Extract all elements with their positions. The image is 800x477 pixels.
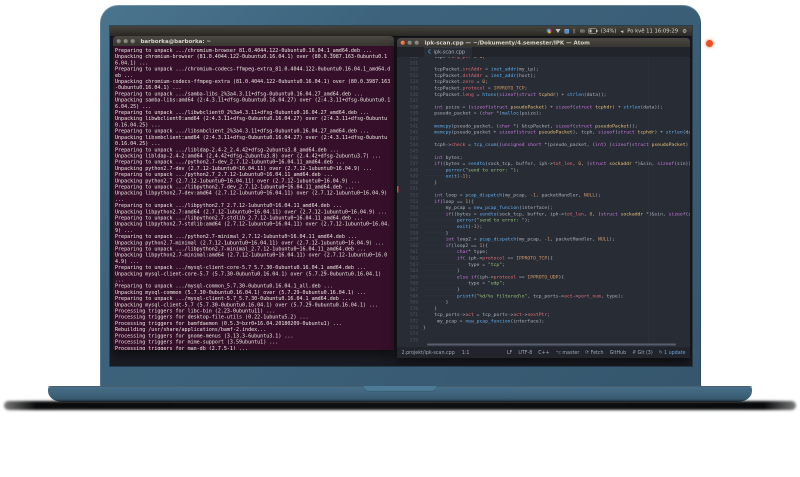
status-bar: 2.projekt/ipk-scan.cpp 1:1 LF UTF-8 C++ … bbox=[397, 347, 690, 358]
c-language-icon: C bbox=[428, 49, 432, 56]
git-diff-icon: ⇵ bbox=[632, 350, 636, 355]
battery-icon[interactable] bbox=[588, 28, 598, 34]
clock[interactable]: Po kvě 11 16:09:29 bbox=[627, 28, 678, 34]
fetch-icon: ⟳ bbox=[585, 350, 590, 355]
trackpad-notch bbox=[363, 386, 437, 392]
tab-ipk-scan[interactable]: C ipk-scan.cpp bbox=[424, 47, 473, 57]
laptop-shadow bbox=[4, 401, 796, 410]
bluetooth-icon[interactable]: ᛒ bbox=[573, 28, 576, 34]
close-icon[interactable] bbox=[400, 40, 405, 45]
atom-window: ipk-scan.cpp — ~/Dokumenty/4.semester/IP… bbox=[397, 38, 690, 358]
horizontal-scrollbar[interactable] bbox=[427, 343, 676, 346]
laptop-mockup: ᛒ ✉ (34%) ◂ Po kvě 11 16:09:29 ⚙ barbork… bbox=[0, 0, 800, 477]
terminal-window: barborka@barborka: ~ Preparing to unpack… bbox=[113, 36, 394, 350]
status-encoding[interactable]: UTF-8 bbox=[518, 350, 532, 356]
status-github-button[interactable]: GitHub bbox=[610, 350, 627, 356]
volume-icon[interactable]: ◂ bbox=[620, 28, 623, 34]
status-right: LF UTF-8 C++ ⌥ master ⟳ Fetch GitHub ⇵ Git … bbox=[507, 350, 686, 356]
status-file-path[interactable]: 2.projekt/ipk-scan.cpp bbox=[402, 350, 455, 356]
top-panel: ᛒ ✉ (34%) ◂ Po kvě 11 16:09:29 ⚙ bbox=[110, 26, 692, 36]
terminal-output: Preparing to unpack .../chromium-browser… bbox=[115, 48, 392, 350]
gear-icon[interactable]: ⚙ bbox=[682, 28, 687, 34]
status-git-changes[interactable]: ⇵ Git (3) bbox=[632, 350, 653, 356]
status-git-branch[interactable]: ⌥ master bbox=[556, 350, 580, 356]
laptop-screen: ᛒ ✉ (34%) ◂ Po kvě 11 16:09:29 ⚙ barbork… bbox=[110, 26, 692, 366]
software-updater-icon[interactable] bbox=[564, 28, 569, 34]
system-tray: ᛒ ✉ (34%) ◂ Po kvě 11 16:09:29 ⚙ bbox=[546, 28, 692, 34]
notification-dot bbox=[706, 40, 713, 47]
update-icon: ↻ bbox=[658, 350, 663, 355]
close-icon[interactable] bbox=[116, 38, 121, 44]
status-cursor-position[interactable]: 1:1 bbox=[462, 350, 470, 356]
maximize-icon[interactable] bbox=[414, 40, 419, 45]
chromium-updater-icon[interactable] bbox=[546, 28, 552, 34]
terminal-title: barborka@barborka: ~ bbox=[140, 37, 212, 45]
maximize-icon[interactable] bbox=[130, 38, 135, 44]
minimize-icon[interactable] bbox=[123, 38, 128, 44]
mail-icon[interactable]: ✉ bbox=[580, 28, 585, 34]
ubuntu-desktop: ᛒ ✉ (34%) ◂ Po kvě 11 16:09:29 ⚙ barbork… bbox=[110, 26, 692, 366]
minimize-icon[interactable] bbox=[407, 40, 412, 45]
battery-percentage[interactable]: (34%) bbox=[601, 28, 617, 34]
terminal-titlebar[interactable]: barborka@barborka: ~ bbox=[113, 36, 394, 46]
status-update-badge[interactable]: ↻ 1 update bbox=[659, 350, 686, 356]
status-language[interactable]: C++ bbox=[538, 350, 549, 356]
code-editor[interactable]: 530 tcph->urg_ptr = 0;531532 tcpPacket.s… bbox=[397, 57, 690, 347]
tab-bar: C ipk-scan.cpp bbox=[397, 47, 690, 57]
branch-icon: ⌥ bbox=[555, 350, 561, 355]
atom-title: ipk-scan.cpp — ~/Dokumenty/4.semester/IP… bbox=[424, 39, 590, 46]
network-icon[interactable] bbox=[555, 29, 561, 33]
code-lines: 530 tcph->urg_ptr = 0;531532 tcpPacket.s… bbox=[397, 57, 690, 344]
status-fetch-button[interactable]: ⟳ Fetch bbox=[585, 350, 603, 356]
status-line-ending[interactable]: LF bbox=[507, 350, 512, 356]
terminal-body[interactable]: Preparing to unpack .../chromium-browser… bbox=[113, 46, 394, 350]
tab-label: ipk-scan.cpp bbox=[433, 49, 466, 56]
atom-titlebar[interactable]: ipk-scan.cpp — ~/Dokumenty/4.semester/IP… bbox=[397, 38, 690, 47]
